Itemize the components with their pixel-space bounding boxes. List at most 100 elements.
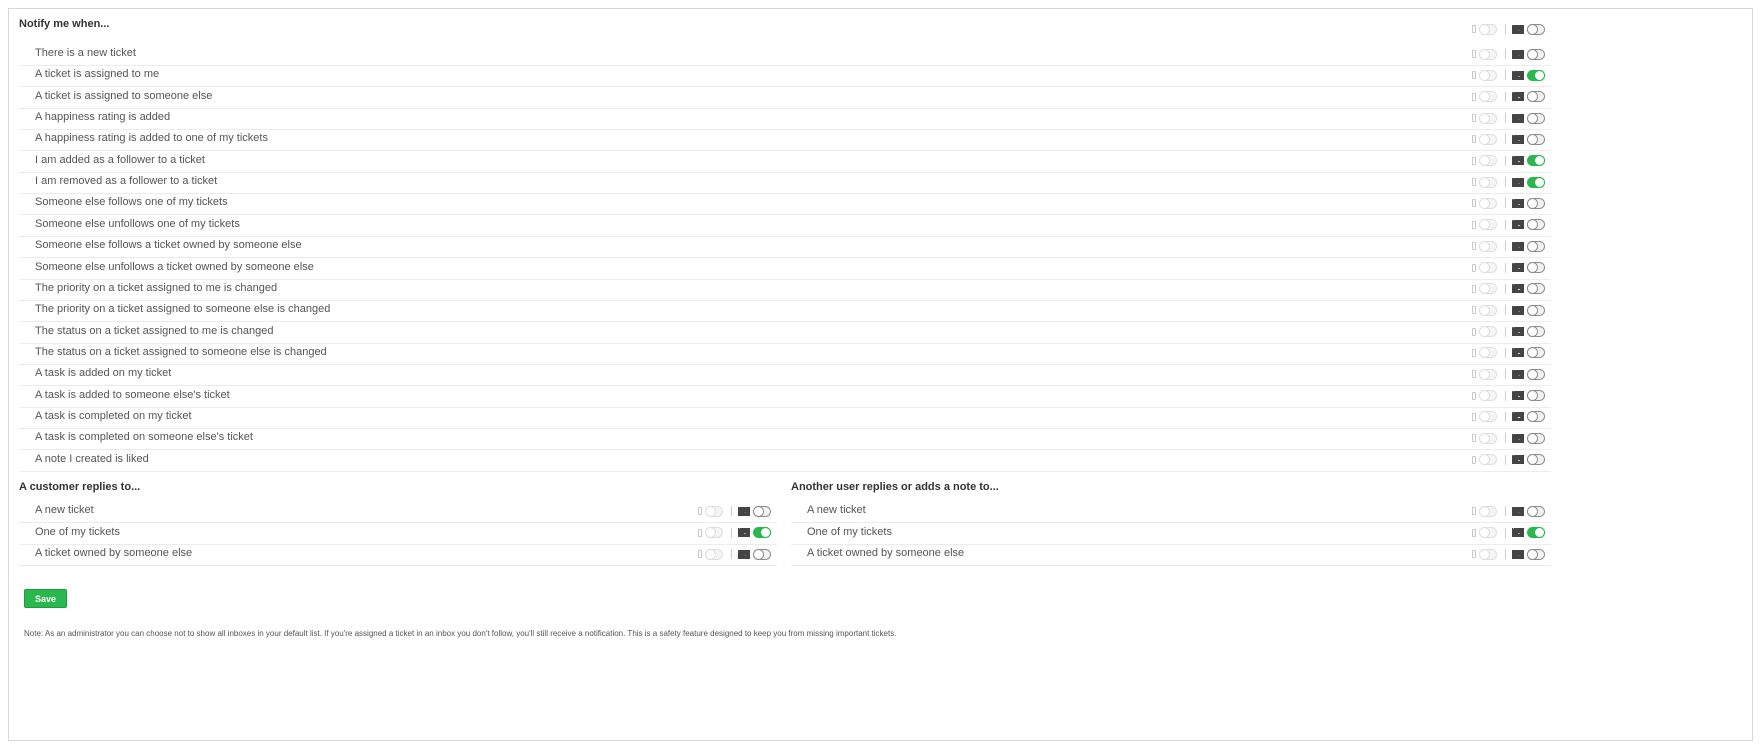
sms-notification-toggle[interactable] bbox=[1479, 240, 1497, 252]
sms-notification-toggle[interactable] bbox=[1479, 133, 1497, 145]
email-notification-toggle[interactable] bbox=[1527, 432, 1545, 444]
divider bbox=[1505, 549, 1506, 559]
envelope-icon bbox=[1512, 391, 1524, 401]
notification-row-label: A ticket is assigned to me bbox=[35, 68, 160, 81]
email-notification-toggle[interactable] bbox=[1527, 326, 1545, 338]
envelope-icon bbox=[1512, 70, 1524, 80]
email-notification-toggle[interactable] bbox=[1527, 176, 1545, 188]
notification-row: One of my tickets bbox=[19, 521, 777, 545]
mobile-phone-icon bbox=[1472, 550, 1476, 558]
notification-row-label: Someone else follows one of my tickets bbox=[35, 196, 228, 209]
sms-notification-toggle[interactable] bbox=[1479, 155, 1497, 167]
sms-notification-toggle[interactable] bbox=[1479, 48, 1497, 60]
divider bbox=[1505, 369, 1506, 380]
notification-row-label: A task is completed on my ticket bbox=[35, 409, 192, 422]
email-notification-toggle[interactable] bbox=[753, 527, 771, 538]
notification-row-controls bbox=[1472, 110, 1545, 126]
email-notification-toggle[interactable] bbox=[1527, 347, 1545, 359]
email-notification-toggle[interactable] bbox=[1527, 197, 1545, 209]
sms-notification-toggle[interactable] bbox=[1479, 69, 1497, 81]
notification-row-label: A happiness rating is added bbox=[35, 111, 171, 124]
email-notification-toggle[interactable] bbox=[753, 505, 771, 517]
email-notification-toggle[interactable] bbox=[1527, 411, 1545, 423]
sms-notification-toggle[interactable] bbox=[1479, 432, 1497, 444]
sms-notification-toggle[interactable] bbox=[1479, 23, 1497, 35]
envelope-icon bbox=[1512, 348, 1524, 358]
email-notification-toggle[interactable] bbox=[1527, 505, 1545, 517]
save-button[interactable]: Save bbox=[24, 589, 67, 608]
sms-notification-toggle[interactable] bbox=[1479, 197, 1497, 209]
email-notification-toggle[interactable] bbox=[1527, 304, 1545, 316]
mobile-phone-icon bbox=[698, 507, 702, 515]
email-notification-toggle[interactable] bbox=[1527, 454, 1545, 466]
sms-notification-toggle[interactable] bbox=[705, 548, 723, 560]
notification-row-controls bbox=[1472, 388, 1545, 404]
sms-notification-toggle[interactable] bbox=[1479, 262, 1497, 273]
sms-notification-toggle[interactable] bbox=[1479, 304, 1497, 316]
divider bbox=[1505, 262, 1506, 273]
sms-notification-toggle[interactable] bbox=[1479, 91, 1497, 103]
notification-settings-panel: Notify me when... There is a new ticket A… bbox=[8, 8, 1753, 741]
sms-notification-toggle[interactable] bbox=[1479, 326, 1497, 338]
email-notification-toggle[interactable] bbox=[1527, 368, 1545, 380]
email-notification-toggle[interactable] bbox=[1527, 283, 1545, 295]
notification-row-label: A new ticket bbox=[35, 504, 94, 516]
email-notification-toggle[interactable] bbox=[1527, 390, 1545, 402]
sms-notification-toggle[interactable] bbox=[1479, 505, 1497, 517]
sms-notification-toggle[interactable] bbox=[1479, 347, 1497, 359]
mobile-phone-icon bbox=[1472, 327, 1476, 336]
envelope-icon bbox=[1512, 549, 1524, 559]
sms-notification-toggle[interactable] bbox=[1479, 411, 1497, 423]
email-notification-toggle[interactable] bbox=[1527, 112, 1545, 124]
notification-row-label: Someone else unfollows a ticket owned by… bbox=[35, 260, 314, 273]
sms-notification-toggle[interactable] bbox=[1479, 390, 1497, 402]
email-notification-toggle[interactable] bbox=[1527, 240, 1545, 252]
notification-row-label: A task is completed on someone else's ti… bbox=[35, 431, 253, 444]
mobile-phone-icon bbox=[1472, 92, 1476, 101]
notification-row-label: A note I created is liked bbox=[35, 452, 149, 465]
notification-row-label: Someone else follows a ticket owned by s… bbox=[35, 239, 302, 252]
sms-notification-toggle[interactable] bbox=[1479, 112, 1497, 124]
notification-row: A new ticket bbox=[19, 499, 777, 523]
sms-notification-toggle[interactable] bbox=[705, 505, 723, 517]
mobile-phone-icon bbox=[1472, 412, 1476, 421]
notification-row-controls bbox=[1472, 503, 1545, 519]
email-notification-toggle[interactable] bbox=[753, 548, 771, 560]
sms-notification-toggle[interactable] bbox=[705, 527, 723, 538]
sms-notification-toggle[interactable] bbox=[1479, 368, 1497, 380]
sms-notification-toggle[interactable] bbox=[1479, 219, 1497, 231]
email-notification-toggle[interactable] bbox=[1527, 23, 1545, 35]
sms-notification-toggle[interactable] bbox=[1479, 548, 1497, 560]
envelope-icon bbox=[1512, 327, 1524, 337]
notification-row-controls bbox=[1472, 89, 1545, 105]
email-notification-toggle[interactable] bbox=[1527, 219, 1545, 231]
email-notification-toggle[interactable] bbox=[1527, 262, 1545, 273]
notification-row: A ticket owned by someone else bbox=[791, 542, 1551, 566]
email-notification-toggle[interactable] bbox=[1527, 91, 1545, 103]
notification-row-controls bbox=[1472, 281, 1545, 297]
email-notification-toggle[interactable] bbox=[1527, 48, 1545, 60]
notification-row-controls bbox=[1472, 525, 1545, 541]
mobile-phone-icon bbox=[1472, 507, 1476, 515]
notification-row-controls bbox=[698, 546, 771, 562]
divider bbox=[731, 549, 732, 559]
divider bbox=[731, 527, 732, 538]
email-notification-toggle[interactable] bbox=[1527, 155, 1545, 167]
divider bbox=[1505, 155, 1506, 166]
sms-notification-toggle[interactable] bbox=[1479, 176, 1497, 188]
mobile-phone-icon bbox=[1472, 528, 1476, 537]
email-notification-toggle[interactable] bbox=[1527, 133, 1545, 145]
email-notification-toggle[interactable] bbox=[1527, 69, 1545, 81]
mobile-phone-icon bbox=[1472, 199, 1476, 208]
divider bbox=[1505, 134, 1506, 145]
divider bbox=[1505, 326, 1506, 337]
sms-notification-toggle[interactable] bbox=[1479, 527, 1497, 538]
notification-row-controls bbox=[1472, 302, 1545, 318]
email-notification-toggle[interactable] bbox=[1527, 527, 1545, 538]
email-notification-toggle[interactable] bbox=[1527, 548, 1545, 560]
mobile-phone-icon bbox=[1472, 455, 1476, 464]
notification-row-label: Someone else unfollows one of my tickets bbox=[35, 217, 240, 230]
sms-notification-toggle[interactable] bbox=[1479, 283, 1497, 295]
sms-notification-toggle[interactable] bbox=[1479, 454, 1497, 466]
divider bbox=[1505, 70, 1506, 81]
